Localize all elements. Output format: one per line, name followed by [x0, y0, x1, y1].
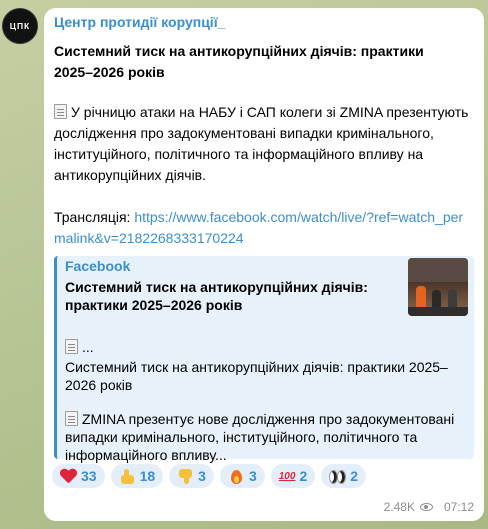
- post-body-text: У річницю атаки на НАБУ і САП колеги зі …: [54, 104, 469, 183]
- reaction-count: 33: [81, 468, 97, 484]
- preview-title: Системний тиск на антикорупційних діячів…: [65, 279, 368, 313]
- reaction-thumbs-up[interactable]: 18: [110, 464, 164, 488]
- thumbs-up-icon: [119, 468, 136, 485]
- preview-description: Системний тиск на антикорупційних діячів…: [65, 359, 448, 393]
- eyes-icon: [329, 468, 347, 485]
- reaction-fire[interactable]: 3: [219, 464, 265, 488]
- reaction-hundred[interactable]: 100 2: [270, 464, 316, 488]
- document-icon: [65, 411, 78, 426]
- document-icon: [65, 339, 78, 354]
- post-title: Системний тиск на антикорупційних діячів…: [54, 43, 424, 80]
- channel-name[interactable]: Центр протидії корупції_: [54, 14, 225, 30]
- stream-label: Трансляція:: [54, 209, 135, 225]
- document-icon: [54, 104, 67, 119]
- message-time: 07:12: [443, 500, 474, 514]
- preview-excerpt-text: ZMINA презентує нове дослідження про зад…: [65, 411, 455, 463]
- thumbnail-table: [408, 307, 468, 316]
- reaction-count: 3: [248, 468, 257, 484]
- stream-line: Трансляція: https://www.facebook.com/wat…: [54, 207, 474, 249]
- post-body: У річницю атаки на НАБУ і САП колеги зі …: [54, 102, 474, 186]
- preview-ellipsis: ...: [82, 339, 94, 355]
- message-meta: 2.48K 07:12: [384, 500, 474, 514]
- heart-icon: [60, 468, 77, 485]
- reaction-count: 2: [350, 468, 359, 484]
- reactions-bar: 33 18 3 3 100 2 2: [52, 464, 367, 488]
- thumbnail-person: [432, 290, 441, 308]
- thumbnail-person: [448, 289, 457, 308]
- reaction-count: 2: [299, 468, 308, 484]
- view-count: 2.48K: [383, 500, 415, 514]
- preview-site-name: Facebook: [65, 258, 131, 274]
- link-preview[interactable]: Facebook Системний тиск на антикорупційн…: [54, 256, 474, 463]
- eye-icon: [419, 503, 433, 511]
- message-bubble: Центр протидії корупції_ Системний тиск …: [44, 8, 484, 521]
- hundred-icon: 100: [278, 470, 296, 482]
- channel-avatar[interactable]: ЦПК: [2, 8, 38, 44]
- thumbnail-person: [416, 286, 426, 308]
- reaction-eyes[interactable]: 2: [321, 464, 367, 488]
- reaction-heart[interactable]: 33: [52, 464, 105, 488]
- thumbnail-screen: [408, 258, 468, 282]
- reaction-thumbs-down[interactable]: 3: [169, 464, 214, 488]
- preview-ellipsis-line: ...: [65, 338, 465, 356]
- reaction-count: 18: [139, 468, 156, 484]
- fire-icon: [228, 468, 245, 485]
- thumbs-down-icon: [177, 468, 194, 485]
- preview-thumbnail[interactable]: [408, 258, 468, 316]
- preview-excerpt: ZMINA презентує нове дослідження про зад…: [65, 410, 465, 464]
- avatar-text: ЦПК: [9, 21, 31, 31]
- reaction-count: 3: [198, 468, 206, 484]
